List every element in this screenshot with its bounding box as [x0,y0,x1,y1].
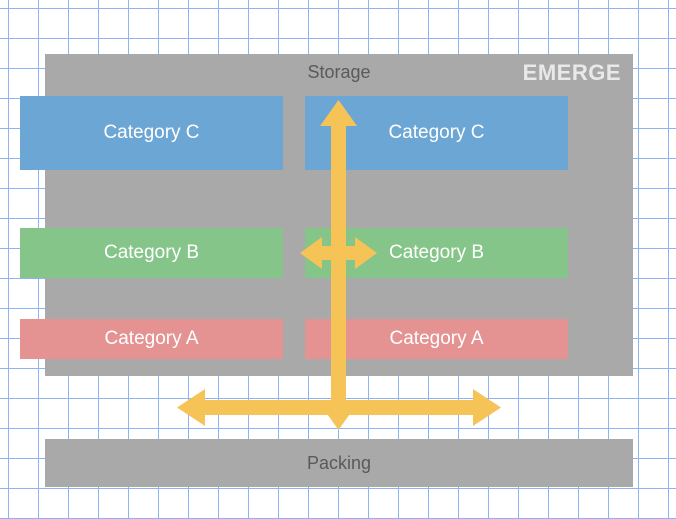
packing-label: Packing [307,453,371,474]
category-label: Category B [389,242,484,264]
category-label: Category A [105,328,199,350]
category-a-right: Category A [305,319,568,359]
category-label: Category C [388,122,484,144]
category-b-left: Category B [20,228,283,278]
category-label: Category C [103,122,199,144]
category-label: Category A [390,328,484,350]
category-label: Category B [104,242,199,264]
category-c-left: Category C [20,96,283,170]
watermark-logo: EMERGE [523,60,621,86]
bottom-horizontal-double-arrow-icon [177,389,501,426]
packing-container: Packing [45,439,633,487]
category-c-right: Category C [305,96,568,170]
category-b-right: Category B [305,228,568,278]
diagram-canvas: Storage EMERGE Category C Category C Cat… [0,0,676,519]
category-a-left: Category A [20,319,283,359]
